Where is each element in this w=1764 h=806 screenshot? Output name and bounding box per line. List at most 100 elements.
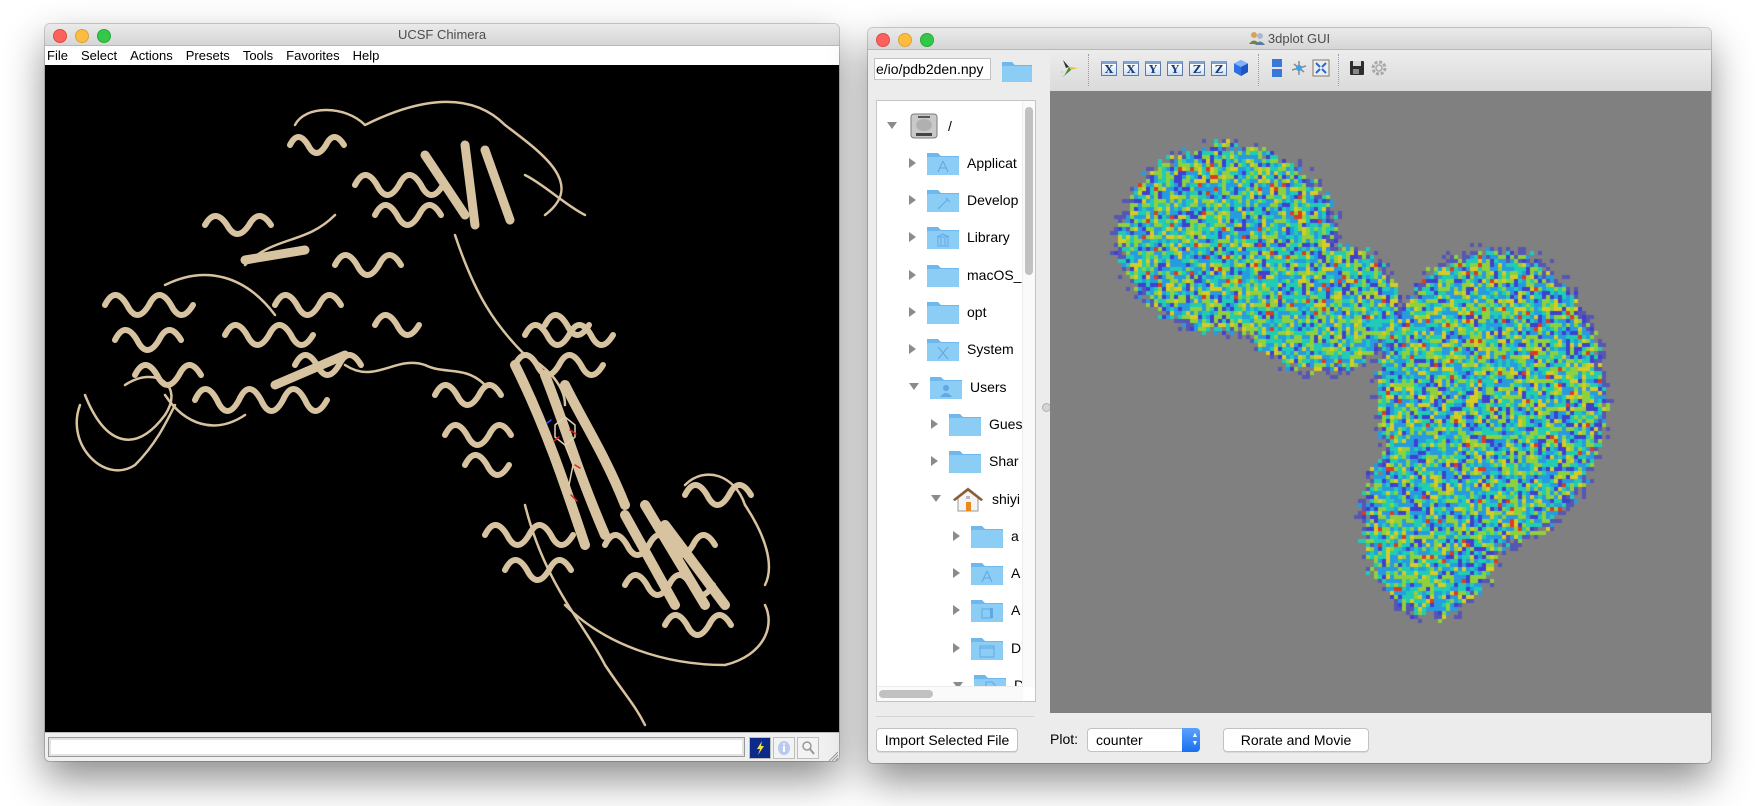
tree-item[interactable]: Gues [931,405,1022,442]
disclosure-closed-icon[interactable] [953,605,960,616]
home-icon [952,486,984,511]
browse-folder-icon[interactable] [1000,56,1034,84]
disclosure-closed-icon[interactable] [909,307,916,317]
protein-ribbon-render [75,100,771,727]
chimera-menubar: File Select Actions Presets Tools Favori… [45,46,839,65]
users-folder-icon [930,376,962,399]
view-x-neg-icon: X [1123,60,1139,76]
disclosure-open-icon[interactable] [887,122,897,129]
disclosure-closed-icon[interactable] [909,344,916,355]
disclosure-closed-icon[interactable] [953,530,960,541]
disclosure-closed-icon[interactable] [909,232,916,243]
menu-tools[interactable]: Tools [243,48,273,63]
menu-favorites[interactable]: Favorites [286,48,339,63]
menu-presets[interactable]: Presets [186,48,230,63]
tree-item[interactable]: System [909,331,1014,368]
plotgui-titlebar[interactable]: 3dplot GUI [868,28,1711,50]
disclosure-open-icon[interactable] [931,495,941,502]
chimera-window: UCSF Chimera File Select Actions Presets… [45,24,839,761]
save-button[interactable] [1348,59,1366,77]
rotate-axes-icon [1061,60,1078,77]
view-y-pos-icon: Y [1145,60,1161,76]
search-button[interactable] [797,737,819,759]
rotate-and-movie-button[interactable]: Rorate and Movie [1223,728,1369,752]
disclosure-closed-icon[interactable] [953,642,960,653]
disclosure-closed-icon[interactable] [909,269,916,280]
tree-item-label: opt [967,304,987,320]
view-x-pos-button[interactable]: X [1100,59,1118,77]
tree-item-label: shiyi [992,490,1021,507]
molecule-viewport[interactable] [45,65,839,732]
file-path-input[interactable]: e/io/pdb2den.npy [874,58,991,80]
plot-type-value: counter [1096,732,1143,748]
tree-item[interactable]: Library [909,219,1010,256]
menu-file[interactable]: File [47,48,68,63]
disclosure-closed-icon[interactable] [953,568,960,579]
developer-folder-icon [927,190,959,213]
tree-item[interactable]: Users [909,368,1007,405]
plot-type-select[interactable]: counter ▲ ▼ [1087,728,1200,752]
tree-item-label: Users [970,378,1007,395]
settings-button[interactable] [1370,59,1388,77]
layout-split-icon [1272,59,1282,77]
file-tree[interactable]: / Applicat Develop Library macOS_opt System Us… [876,100,1036,702]
tree-item[interactable]: macOS_ [909,256,1021,293]
view-y-pos-button[interactable]: Y [1144,59,1162,77]
tree-item[interactable]: Applicat [909,144,1017,181]
plot-toolbar: X X Y Y Z Z [1050,50,1711,92]
menu-select[interactable]: Select [81,48,117,63]
resize-grip-icon[interactable] [828,751,838,761]
tree-item-label: D [1011,639,1022,656]
view-z-pos-icon: Z [1189,60,1205,76]
tree-item[interactable]: shiyi [931,480,1020,517]
tree-item[interactable]: / [887,107,952,144]
plot-label: Plot: [1050,731,1079,747]
tree-item[interactable]: opt [909,294,986,331]
app-support-folder-icon [971,600,1003,623]
disclosure-closed-icon[interactable] [931,418,938,429]
vertical-scroll-thumb[interactable] [1025,107,1033,275]
tree-item-label: Applicat [967,154,1017,171]
tree-item[interactable]: Develop [909,182,1018,219]
tree-item-label: Shar [989,453,1019,470]
density-plot-canvas[interactable] [1050,91,1711,713]
tree-item-label: A [1011,565,1021,582]
view-z-neg-button[interactable]: Z [1210,59,1228,77]
view-z-pos-button[interactable]: Z [1188,59,1206,77]
chevron-updown-icon: ▲ ▼ [1182,728,1200,752]
view-iso-button[interactable] [1232,59,1250,77]
chimera-titlebar[interactable]: UCSF Chimera [45,24,839,46]
tree-item-label: a [1011,527,1019,544]
disclosure-closed-icon[interactable] [931,456,938,467]
rotate-axes-button[interactable] [1060,59,1078,77]
view-x-pos-icon: X [1101,60,1117,76]
tree-item[interactable]: Shar [931,443,1019,480]
tree-vertical-scrollbar[interactable] [1022,101,1035,687]
fit-screen-button[interactable] [1312,59,1330,77]
folder-icon [971,525,1003,548]
horizontal-scroll-thumb[interactable] [879,690,933,698]
command-line-input[interactable] [48,737,745,757]
tree-item[interactable]: a [953,517,1019,554]
tree-horizontal-scrollbar[interactable] [877,686,1023,701]
view-x-neg-button[interactable]: X [1122,59,1140,77]
disclosure-closed-icon[interactable] [909,195,916,206]
divider [876,716,1034,717]
axes-button[interactable] [1290,59,1308,77]
tree-item-label: / [948,117,952,134]
menu-actions[interactable]: Actions [130,48,173,63]
lightning-icon [757,741,764,755]
tree-item[interactable]: D [953,629,1021,666]
menu-help[interactable]: Help [353,48,380,63]
tree-item[interactable]: A [953,592,1020,629]
disclosure-open-icon[interactable] [909,383,919,391]
command-line-toggle-button[interactable] [749,737,771,759]
tree-item[interactable]: A [953,555,1020,592]
info-button[interactable] [773,737,795,759]
desktop-folder-icon [971,637,1003,660]
view-y-neg-button[interactable]: Y [1166,59,1184,77]
disclosure-closed-icon[interactable] [909,157,916,168]
info-icon [778,741,790,755]
import-selected-file-button[interactable]: Import Selected File [876,728,1018,752]
layout-split-button[interactable] [1268,59,1286,77]
